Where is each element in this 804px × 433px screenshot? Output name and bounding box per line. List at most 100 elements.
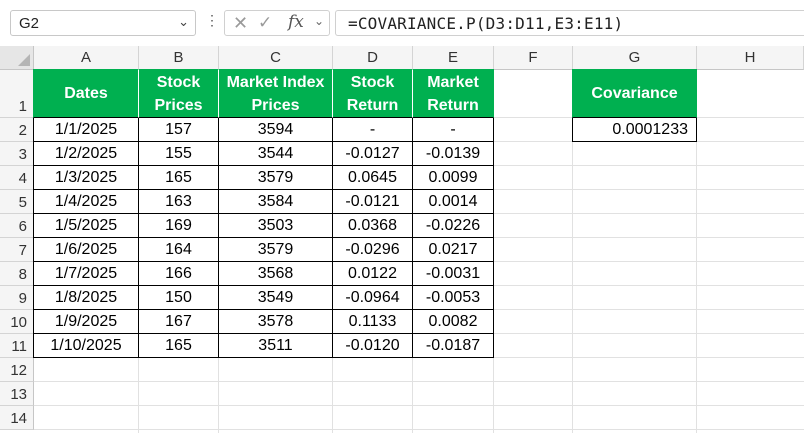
table-cell[interactable]: 150 — [139, 286, 219, 310]
table-cell[interactable]: 0.0082 — [413, 310, 494, 334]
table-cell[interactable]: -0.0139 — [413, 142, 494, 166]
table-cell[interactable]: 1/10/2025 — [33, 334, 139, 358]
table-cell[interactable]: 3594 — [219, 118, 333, 142]
header-label: Stock Return — [346, 73, 399, 114]
row-header-4[interactable]: 4 — [0, 166, 34, 190]
table-cell[interactable]: 3578 — [219, 310, 333, 334]
header-label: Market Index Prices — [226, 73, 325, 114]
table-cell[interactable]: 3568 — [219, 262, 333, 286]
row-header-13[interactable]: 13 — [0, 382, 34, 406]
column-header-b[interactable]: B — [139, 46, 219, 70]
chevron-down-icon[interactable]: ⌄ — [178, 14, 189, 30]
column-header-f[interactable]: F — [494, 46, 573, 70]
row-header-1[interactable]: 1 — [0, 70, 34, 118]
column-header-c[interactable]: C — [219, 46, 333, 70]
row-header-6[interactable]: 6 — [0, 214, 34, 238]
table-cell[interactable]: 3511 — [219, 334, 333, 358]
column-header-h[interactable]: H — [697, 46, 804, 70]
row-header-10[interactable]: 10 — [0, 310, 34, 334]
table-header-market-return[interactable]: Market Return — [413, 69, 494, 118]
table-cell[interactable]: 1/1/2025 — [33, 118, 139, 142]
row-header-8[interactable]: 8 — [0, 262, 34, 286]
table-header-stock-prices[interactable]: Stock Prices — [139, 69, 219, 118]
table-cell[interactable]: 1/7/2025 — [33, 262, 139, 286]
table-cell[interactable]: 1/8/2025 — [33, 286, 139, 310]
select-all-button[interactable] — [0, 46, 34, 70]
table-cell[interactable]: - — [413, 118, 494, 142]
covariance-header[interactable]: Covariance — [572, 69, 697, 118]
column-header-e[interactable]: E — [413, 46, 494, 70]
table-cell[interactable]: 157 — [139, 118, 219, 142]
chevron-down-icon[interactable]: ⌄ — [314, 14, 324, 28]
row-number: 14 — [10, 410, 27, 427]
table-cell[interactable]: 167 — [139, 310, 219, 334]
table-cell[interactable]: -0.0120 — [333, 334, 413, 358]
table-cell[interactable]: 3549 — [219, 286, 333, 310]
table-cell[interactable]: 0.0368 — [333, 214, 413, 238]
table-cell[interactable]: 166 — [139, 262, 219, 286]
select-all-icon — [18, 54, 30, 66]
table-cell[interactable]: -0.0127 — [333, 142, 413, 166]
row-header-11[interactable]: 11 — [0, 334, 34, 358]
column-header-a[interactable]: A — [34, 46, 139, 70]
table-cell[interactable]: -0.0226 — [413, 214, 494, 238]
table-cell[interactable]: 3579 — [219, 166, 333, 190]
row-number: 2 — [18, 122, 27, 139]
table-cell[interactable]: 3584 — [219, 190, 333, 214]
table-cell[interactable]: 165 — [139, 334, 219, 358]
table-cell[interactable]: 0.1133 — [333, 310, 413, 334]
table-cell[interactable]: -0.0296 — [333, 238, 413, 262]
table-cell[interactable]: 164 — [139, 238, 219, 262]
row-header-2[interactable]: 2 — [0, 118, 34, 142]
table-cell[interactable]: 1/5/2025 — [33, 214, 139, 238]
table-cell[interactable]: 0.0645 — [333, 166, 413, 190]
table-cell[interactable]: 1/3/2025 — [33, 166, 139, 190]
row-header-3[interactable]: 3 — [0, 142, 34, 166]
table-cell[interactable]: 0.0217 — [413, 238, 494, 262]
row-number: 12 — [10, 362, 27, 379]
table-cell[interactable]: 165 — [139, 166, 219, 190]
name-box[interactable]: G2 ⌄ — [10, 10, 196, 36]
insert-function-icon[interactable]: fx — [288, 12, 304, 32]
table-cell[interactable]: 3579 — [219, 238, 333, 262]
table-cell[interactable]: 169 — [139, 214, 219, 238]
column-header-g[interactable]: G — [573, 46, 697, 70]
column-header-d[interactable]: D — [333, 46, 413, 70]
table-cell[interactable]: 0.0122 — [333, 262, 413, 286]
formula-input[interactable]: =COVARIANCE.P(D3:D11,E3:E11) — [335, 10, 804, 36]
table-cell[interactable]: 3503 — [219, 214, 333, 238]
row-header-5[interactable]: 5 — [0, 190, 34, 214]
covariance-header-label: Covariance — [591, 85, 678, 102]
table-cell[interactable]: 1/6/2025 — [33, 238, 139, 262]
row-header-9[interactable]: 9 — [0, 286, 34, 310]
table-cell[interactable]: - — [333, 118, 413, 142]
more-options-icon[interactable]: ⋮ — [205, 12, 219, 29]
header-label: Stock Prices — [154, 73, 203, 114]
row-header-7[interactable]: 7 — [0, 238, 34, 262]
table-cell[interactable]: -0.0031 — [413, 262, 494, 286]
table-cell[interactable]: 1/2/2025 — [33, 142, 139, 166]
row-number: 1 — [18, 98, 27, 115]
row-header-14[interactable]: 14 — [0, 406, 34, 430]
cancel-icon[interactable]: ✕ — [233, 13, 248, 34]
table-cell[interactable]: -0.0053 — [413, 286, 494, 310]
table-cell[interactable]: 1/9/2025 — [33, 310, 139, 334]
covariance-value-cell[interactable]: 0.0001233 — [572, 118, 697, 142]
table-cell[interactable]: 163 — [139, 190, 219, 214]
table-cell[interactable]: 3544 — [219, 142, 333, 166]
table-cell[interactable]: -0.0121 — [333, 190, 413, 214]
table-cell[interactable]: 0.0014 — [413, 190, 494, 214]
row-header-12[interactable]: 12 — [0, 358, 34, 382]
name-box-value: G2 — [19, 15, 40, 32]
row-number: 11 — [11, 338, 27, 355]
check-icon[interactable]: ✓ — [258, 13, 272, 33]
row-number: 3 — [18, 146, 27, 163]
table-header-dates[interactable]: Dates — [33, 69, 139, 118]
table-header-market-index-prices[interactable]: Market Index Prices — [219, 69, 333, 118]
table-cell[interactable]: -0.0964 — [333, 286, 413, 310]
table-cell[interactable]: -0.0187 — [413, 334, 494, 358]
table-header-stock-return[interactable]: Stock Return — [333, 69, 413, 118]
table-cell[interactable]: 0.0099 — [413, 166, 494, 190]
table-cell[interactable]: 155 — [139, 142, 219, 166]
table-cell[interactable]: 1/4/2025 — [33, 190, 139, 214]
